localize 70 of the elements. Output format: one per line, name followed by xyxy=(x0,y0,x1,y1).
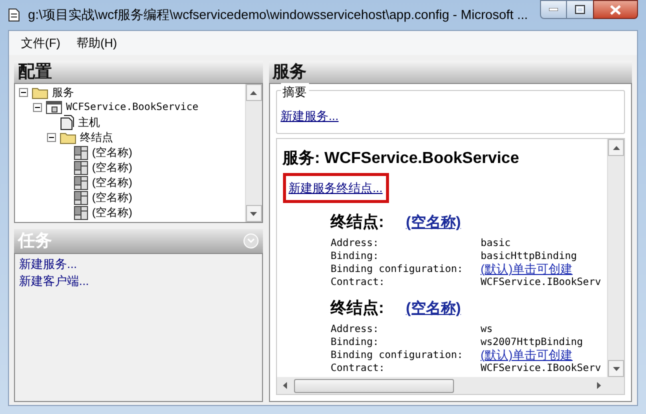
endpoint-label: 终结点: xyxy=(330,298,384,319)
field-value: WCFService.IBookServ xyxy=(480,362,601,375)
tree-item[interactable]: 终结点 xyxy=(80,130,113,144)
menu-item[interactable]: 帮助(H) xyxy=(76,34,117,52)
vertical-scrollbar[interactable] xyxy=(607,139,624,377)
field-label: Contract: xyxy=(330,276,386,289)
field-label: Binding: xyxy=(330,250,380,263)
endpoint-label: 终结点: xyxy=(330,212,384,233)
tree-item[interactable]: (空名称) xyxy=(92,146,132,160)
document-icon xyxy=(60,115,74,130)
field-value: WCFService.IBookServ xyxy=(480,276,601,289)
task-link[interactable]: 新建客户端... xyxy=(19,273,90,290)
field-value: basicHttpBinding xyxy=(480,250,577,263)
group-label: 摘要 xyxy=(280,83,309,101)
create-config-link[interactable]: (默认)单击可创建 xyxy=(480,263,573,276)
panel-header: 任务 xyxy=(18,230,52,252)
menu-item[interactable]: 文件(F) xyxy=(21,34,60,52)
field-label: Address: xyxy=(330,237,380,250)
minus-icon xyxy=(21,90,26,95)
maximize-button[interactable] xyxy=(567,0,593,19)
tree-item[interactable]: 主机 xyxy=(78,116,100,130)
field-label: Contract: xyxy=(330,362,386,375)
field-label: Binding configuration: xyxy=(330,263,464,276)
horizontal-scrollbar[interactable] xyxy=(276,377,624,394)
up-arrow-icon[interactable] xyxy=(250,90,258,94)
vertical-scrollbar[interactable] xyxy=(244,84,262,222)
tree-item[interactable]: 服务 xyxy=(52,86,74,100)
maximize-icon xyxy=(575,5,585,14)
endpoint-name-link[interactable]: (空名称) xyxy=(406,212,461,234)
minus-icon xyxy=(49,135,54,140)
endpoint-icon xyxy=(74,206,88,220)
endpoint-name-link[interactable]: (空名称) xyxy=(406,298,461,320)
collapse-toggle[interactable] xyxy=(19,88,28,97)
endpoint-icon xyxy=(74,176,88,190)
tree-item[interactable]: (空名称) xyxy=(92,190,132,204)
panel-header: 配置 xyxy=(14,61,263,83)
field-label: Address: xyxy=(330,323,380,336)
minus-icon xyxy=(35,105,40,110)
task-link[interactable]: 新建服务... xyxy=(19,256,78,273)
down-arrow-icon[interactable] xyxy=(250,212,258,216)
endpoint-icon xyxy=(74,146,88,160)
app-icon xyxy=(8,8,20,22)
tree-item[interactable]: WCFService.BookService xyxy=(66,100,198,114)
endpoint-icon xyxy=(74,190,88,204)
close-button[interactable] xyxy=(593,0,638,19)
down-arrow-icon[interactable] xyxy=(612,366,620,370)
tree-item[interactable]: (空名称) xyxy=(92,160,132,174)
collapse-toggle[interactable] xyxy=(47,133,56,142)
new-endpoint-link[interactable]: 新建服务终结点... xyxy=(288,181,383,195)
create-config-link[interactable]: (默认)单击可创建 xyxy=(480,349,573,362)
field-value: ws xyxy=(480,323,493,336)
field-value: ws2007HttpBinding xyxy=(480,336,583,349)
folder-icon xyxy=(32,86,48,99)
close-icon xyxy=(610,4,621,14)
field-value: basic xyxy=(480,237,511,250)
minimize-icon xyxy=(549,8,558,11)
tree-item[interactable]: (空名称) xyxy=(92,206,132,220)
panel-header: 服务 xyxy=(268,61,632,83)
folder-icon xyxy=(60,131,76,144)
new-service-link[interactable]: 新建服务... xyxy=(280,107,339,125)
field-label: Binding configuration: xyxy=(330,349,464,362)
up-arrow-icon[interactable] xyxy=(612,146,620,150)
window-title: g:\项目实战\wcf服务编程\wcfservicedemo\windowsservicehost\app.config - Microsoft ... xyxy=(28,6,529,24)
minimize-button[interactable] xyxy=(540,0,567,19)
field-label: Binding: xyxy=(330,336,380,349)
window-icon xyxy=(46,100,62,114)
service-heading: 服务: WCFService.BookService xyxy=(282,148,520,169)
collapse-toggle[interactable] xyxy=(33,103,42,112)
tree-item[interactable]: (空名称) xyxy=(92,176,132,190)
endpoint-icon xyxy=(74,160,88,174)
